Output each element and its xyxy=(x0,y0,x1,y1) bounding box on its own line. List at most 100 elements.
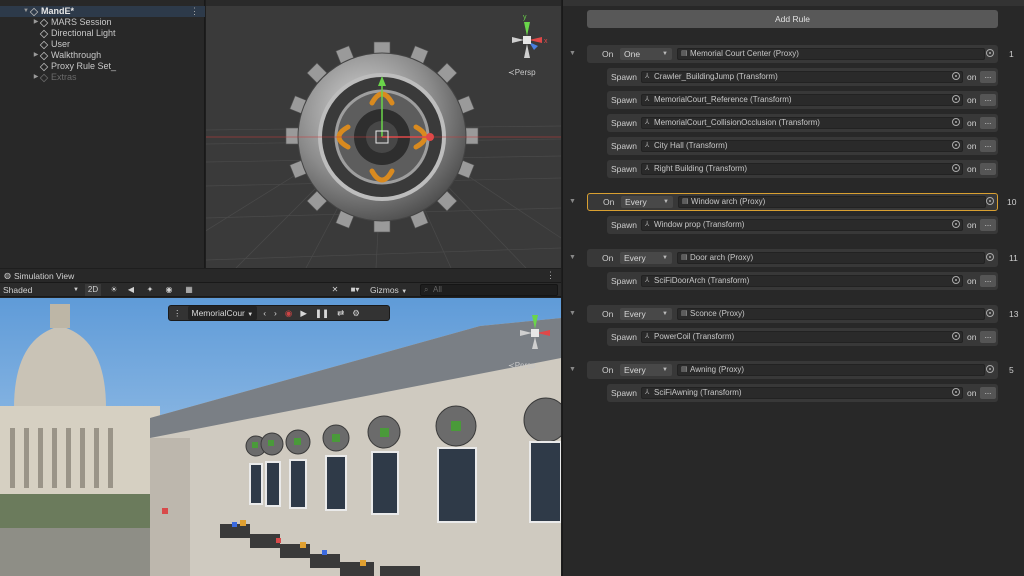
more-options-button[interactable]: ... xyxy=(980,219,996,231)
more-options-button[interactable]: ... xyxy=(980,275,996,287)
gizmos-dropdown[interactable]: Gizmos ▼ xyxy=(370,284,414,296)
proxy-value: Awning (Proxy) xyxy=(690,365,745,374)
settings-gear-icon[interactable]: ⚙ xyxy=(348,306,364,320)
more-options-button[interactable]: ... xyxy=(980,71,996,83)
spawn-field[interactable]: ⅄ SciFiDoorArch (Transform) xyxy=(641,275,963,287)
camera-icon[interactable]: ■▾ xyxy=(346,284,364,296)
match-mode-dropdown[interactable]: Every xyxy=(620,308,672,320)
foldout-triangle-icon[interactable]: ▼ xyxy=(569,50,576,57)
match-mode-dropdown[interactable]: One xyxy=(620,48,672,60)
proxy-field[interactable]: ▤ Door arch (Proxy) xyxy=(677,252,985,264)
transform-icon: ⅄ xyxy=(645,142,650,149)
on-toggle-label[interactable]: on xyxy=(967,384,976,402)
persp-label[interactable]: ≺Persp xyxy=(508,68,536,77)
object-picker-icon[interactable] xyxy=(952,72,960,80)
proxy-field[interactable]: ▤ Awning (Proxy) xyxy=(677,364,985,376)
object-picker-icon[interactable] xyxy=(952,332,960,340)
rule-match-count: 11 xyxy=(1009,253,1018,263)
kebab-menu-icon[interactable]: ⋮ xyxy=(190,6,199,17)
tab-simulation-view[interactable]: ◍ Simulation View xyxy=(4,270,74,282)
more-options-button[interactable]: ... xyxy=(980,94,996,106)
record-icon[interactable]: ◉ xyxy=(281,306,296,320)
shading-dropdown[interactable]: Shaded ▼ xyxy=(3,284,81,296)
foldout-triangle-icon[interactable]: ▼ xyxy=(569,366,576,373)
play-icon[interactable]: ▶ xyxy=(296,306,311,320)
grid-icon[interactable]: ▦ xyxy=(182,284,196,296)
persp-label[interactable]: ≺Persp xyxy=(508,361,536,370)
spawn-field[interactable]: ⅄ City Hall (Transform) xyxy=(641,140,963,152)
proxy-field[interactable]: ▤ Memorial Court Center (Proxy) xyxy=(677,48,985,60)
object-picker-icon[interactable] xyxy=(952,388,960,396)
pause-icon[interactable]: ❚❚ xyxy=(311,306,333,320)
more-options-button[interactable]: ... xyxy=(980,117,996,129)
hierarchy-item-user[interactable]: User xyxy=(39,39,70,50)
hidden-objects-icon[interactable]: ◉ xyxy=(162,284,176,296)
foldout-triangle-icon[interactable]: ▼ xyxy=(569,198,576,205)
on-toggle-label[interactable]: on xyxy=(967,272,976,290)
object-picker-icon[interactable] xyxy=(986,365,994,373)
spawn-label: Spawn xyxy=(611,72,637,82)
more-options-button[interactable]: ... xyxy=(980,140,996,152)
foldout-triangle-icon[interactable]: ▼ xyxy=(569,310,576,317)
scene-view[interactable]: y x ≺Persp xyxy=(206,0,561,268)
fx-icon[interactable]: ✦ xyxy=(143,284,157,296)
object-picker-icon[interactable] xyxy=(986,253,994,261)
simulation-viewport[interactable] xyxy=(0,298,561,576)
object-picker-icon[interactable] xyxy=(952,95,960,103)
on-toggle-label[interactable]: on xyxy=(967,216,976,234)
tools-icon[interactable]: ✕ xyxy=(328,284,342,296)
on-toggle-label[interactable]: on xyxy=(967,328,976,346)
transform-icon: ⅄ xyxy=(645,165,650,172)
spawn-field[interactable]: ⅄ PowerCoil (Transform) xyxy=(641,331,963,343)
sync-icon[interactable]: ⇄ xyxy=(333,306,348,320)
environment-dropdown[interactable]: MemorialCour ▼ xyxy=(187,306,258,320)
hierarchy-item-proxy-rule-set[interactable]: Proxy Rule Set_ xyxy=(39,61,116,72)
lighting-icon[interactable]: ☀ xyxy=(108,284,120,296)
spawn-field[interactable]: ⅄ Window prop (Transform) xyxy=(641,219,963,231)
object-picker-icon[interactable] xyxy=(986,197,994,205)
orientation-gizmo-icon[interactable] xyxy=(512,309,558,359)
spawn-field[interactable]: ⅄ MemorialCourt_Reference (Transform) xyxy=(641,94,963,106)
shading-value: Shaded xyxy=(3,285,33,295)
spawn-field[interactable]: ⅄ SciFiAwning (Transform) xyxy=(641,387,963,399)
more-options-button[interactable]: ... xyxy=(980,331,996,343)
object-picker-icon[interactable] xyxy=(986,49,994,57)
match-mode-dropdown[interactable]: Every xyxy=(620,252,672,264)
foldout-triangle-icon[interactable]: ▼ xyxy=(569,254,576,261)
match-mode-dropdown[interactable]: Every xyxy=(620,364,672,376)
object-picker-icon[interactable] xyxy=(952,141,960,149)
more-options-button[interactable]: ... xyxy=(980,163,996,175)
add-rule-button[interactable]: Add Rule xyxy=(587,10,998,28)
object-picker-icon[interactable] xyxy=(986,309,994,317)
on-toggle-label[interactable]: on xyxy=(967,137,976,155)
hierarchy-item-walkthrough[interactable]: ▶ Walkthrough xyxy=(32,50,102,61)
on-toggle-label[interactable]: on xyxy=(967,160,976,178)
match-mode-dropdown[interactable]: Every xyxy=(621,196,673,208)
kebab-menu-icon[interactable]: ⋮ xyxy=(169,306,186,320)
object-picker-icon[interactable] xyxy=(952,220,960,228)
on-toggle-label[interactable]: on xyxy=(967,91,976,109)
spawn-field[interactable]: ⅄ Crawler_BuildingJump (Transform) xyxy=(641,71,963,83)
object-picker-icon[interactable] xyxy=(952,118,960,126)
kebab-menu-icon[interactable]: ⋮ xyxy=(546,270,555,281)
2d-toggle[interactable]: 2D xyxy=(85,284,101,296)
object-picker-icon[interactable] xyxy=(952,276,960,284)
hierarchy-item-directional-light[interactable]: Directional Light xyxy=(39,28,116,39)
more-options-button[interactable]: ... xyxy=(980,387,996,399)
audio-icon[interactable]: ◀ xyxy=(125,284,137,296)
spawn-field[interactable]: ⅄ Right Building (Transform) xyxy=(641,163,963,175)
hierarchy-item-extras[interactable]: ▶ Extras xyxy=(32,72,77,83)
object-picker-icon[interactable] xyxy=(952,164,960,172)
next-environment-icon[interactable]: › xyxy=(270,306,281,320)
on-toggle-label[interactable]: on xyxy=(967,114,976,132)
search-input[interactable]: ⌕ All xyxy=(420,284,558,296)
hierarchy-item-mars-session[interactable]: ▶ MARS Session xyxy=(32,17,112,28)
spawn-field[interactable]: ⅄ MemorialCourt_CollisionOcclusion (Trans… xyxy=(641,117,963,129)
proxy-field[interactable]: ▤ Sconce (Proxy) xyxy=(677,308,985,320)
on-toggle-label[interactable]: on xyxy=(967,68,976,86)
gameobject-icon xyxy=(39,29,49,38)
hierarchy-root[interactable]: ▼ MandE* ⋮ xyxy=(0,6,205,17)
proxy-field[interactable]: ▤ Window arch (Proxy) xyxy=(678,196,986,208)
orientation-gizmo-icon[interactable]: y x xyxy=(502,10,552,66)
prev-environment-icon[interactable]: ‹ xyxy=(259,306,270,320)
